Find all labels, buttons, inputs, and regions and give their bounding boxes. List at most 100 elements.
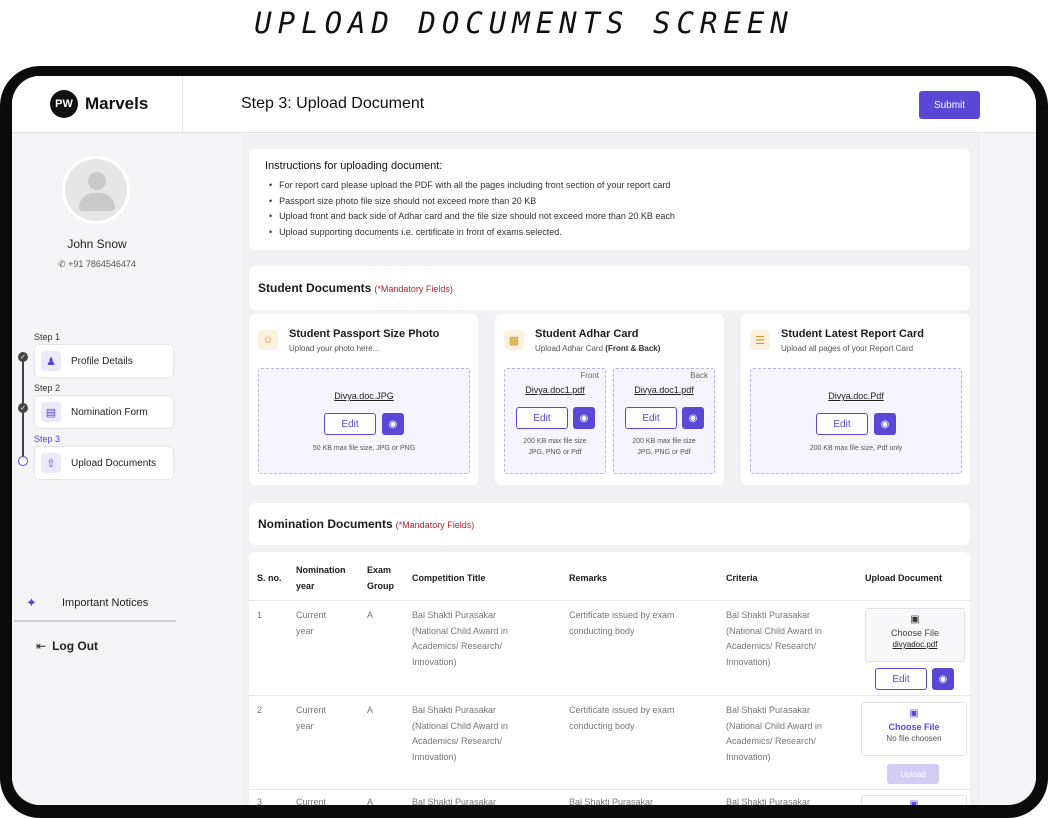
adhar-back-hint: 200 KB max file size JPG, PNG or Pdf: [614, 436, 714, 458]
photo-file-name[interactable]: Divya.doc.JPG: [259, 391, 469, 401]
photo-icon: ☺: [258, 330, 278, 350]
step-2-check-icon: ✓: [18, 403, 28, 413]
cell-line: Innovation): [726, 751, 771, 762]
adhar-card-card: ▩ Student Adhar Card Upload Adhar Card (…: [495, 314, 724, 485]
instruction-item: Upload front and back side of Adhar card…: [269, 211, 675, 227]
cell-line: Academics/ Research/: [412, 736, 503, 746]
main-content: Instructions for uploading document: For…: [182, 134, 1036, 805]
brand-logo[interactable]: PW Marvels: [12, 76, 182, 133]
choose-file-label: Choose File: [890, 628, 940, 638]
adhar-front-view-button[interactable]: ◉: [573, 407, 595, 429]
report-card-card: ☰ Student Latest Report Card Upload all …: [741, 314, 970, 485]
hint-line: 200 KB max file size: [523, 438, 587, 445]
back-label: Back: [690, 371, 708, 380]
report-file-name[interactable]: Divya.doc.Pdf: [751, 391, 961, 401]
passport-photo-title: Student Passport Size Photo: [289, 328, 440, 340]
adhar-back-file-name[interactable]: Divya.doc1.pdf: [614, 385, 714, 395]
row-edit-button[interactable]: Edit: [875, 668, 927, 690]
cell-year: Current year: [296, 703, 326, 734]
photo-dropzone[interactable]: Divya.doc.JPG Edit ◉ 50 KB max file size…: [258, 368, 470, 474]
col-header-year: Nomination year: [296, 562, 346, 594]
header-line: Nomination: [296, 565, 346, 575]
adhar-front-file-name[interactable]: Divya.doc1.pdf: [505, 385, 605, 395]
adhar-sub-bold: (Front & Back): [605, 344, 661, 353]
nomination-documents-header: Nomination Documents (*Mandatory Fields): [249, 503, 970, 545]
mandatory-note: (*Mandatory Fields): [374, 284, 453, 294]
important-notices-link[interactable]: ✦ Important Notices: [26, 595, 148, 611]
header-line: Exam: [367, 565, 392, 575]
sidebar-item-upload-documents[interactable]: ⇧ Upload Documents: [34, 446, 174, 480]
cell-line: Academics/ Research/: [726, 736, 817, 746]
hint-line: 200 KB max file size: [632, 438, 696, 445]
logout-button[interactable]: ⇤ Log Out: [36, 639, 98, 653]
report-edit-button[interactable]: Edit: [816, 413, 868, 435]
eye-icon: ◉: [579, 412, 589, 424]
step-1-label: Step 1: [34, 332, 61, 342]
adhar-sub-text: Upload Adhar Card: [535, 344, 604, 353]
cell-line: year: [296, 720, 314, 731]
report-card-dropzone[interactable]: Divya.doc.Pdf Edit ◉ 200 KB max file siz…: [750, 368, 962, 474]
page-title: Step 3: Upload Document: [241, 95, 425, 112]
choose-file-box[interactable]: ▣ Choose File No file choosen: [861, 702, 967, 756]
sidebar-item-profile-details[interactable]: ♟ Profile Details: [34, 344, 174, 378]
eye-icon: ◉: [388, 418, 398, 430]
cell-line: Certificate issued by exam: [569, 705, 675, 715]
device-frame: PW Marvels John Snow ✆ +91 7864546474 St…: [0, 66, 1048, 818]
adhar-back-edit-button[interactable]: Edit: [625, 407, 677, 429]
id-card-icon: ▩: [504, 330, 524, 350]
step-3-label: Step 3: [34, 434, 61, 444]
instructions-title: Instructions for uploading document:: [265, 160, 443, 172]
photo-edit-button[interactable]: Edit: [324, 413, 376, 435]
row-view-button[interactable]: ◉: [932, 668, 954, 690]
cell-line: Bal Shakti Purasakar: [412, 705, 497, 715]
user-phone: ✆ +91 7864546474: [12, 259, 182, 270]
eye-icon: ◉: [880, 418, 890, 430]
choose-file-label: Choose File: [888, 722, 940, 732]
cell-line: Current: [296, 705, 327, 715]
col-header-group: Exam Group: [367, 562, 394, 594]
passport-photo-card: ☺ Student Passport Size Photo Upload you…: [249, 314, 478, 485]
report-size-hint: 200 KB max file size, Pdf only: [809, 445, 903, 452]
upload-button[interactable]: Upload: [887, 764, 939, 784]
adhar-back-dropzone[interactable]: Back Divya.doc1.pdf Edit ◉ 200 KB max fi…: [613, 368, 715, 474]
section-title-text: Nomination Documents: [258, 517, 393, 531]
adhar-front-hint: 200 KB max file size JPG, PNG or Pdf: [505, 436, 605, 458]
front-label: Front: [580, 371, 599, 380]
important-notices-label: Important Notices: [62, 597, 149, 609]
sidebar-item-nomination-form[interactable]: ▤ Nomination Form: [34, 395, 174, 429]
col-header-criteria: Criteria: [726, 573, 758, 583]
pw-logo-icon: PW: [50, 90, 78, 118]
choose-file-box[interactable]: ▣: [861, 795, 967, 805]
submit-button[interactable]: Submit: [919, 91, 980, 119]
mandatory-note: (*Mandatory Fields): [395, 520, 475, 530]
app-screen: PW Marvels John Snow ✆ +91 7864546474 St…: [12, 76, 1036, 805]
hint-line: JPG, PNG or Pdf: [528, 449, 582, 456]
adhar-front-edit-button[interactable]: Edit: [516, 407, 568, 429]
no-file-text: No file choosen: [886, 734, 942, 743]
col-header-upload: Upload Document: [865, 573, 943, 583]
photo-view-button[interactable]: ◉: [382, 413, 404, 435]
cell-sno: 1: [257, 610, 263, 620]
report-view-button[interactable]: ◉: [874, 413, 896, 435]
uploaded-file-name[interactable]: divyadoc.pdf: [866, 640, 964, 649]
instructions-list: For report card please upload the PDF wi…: [269, 180, 675, 242]
cell-line: year: [296, 625, 314, 636]
header-line: Group: [367, 581, 394, 591]
adhar-card-subtitle: Upload Adhar Card (Front & Back): [535, 344, 660, 353]
cell-line: conducting body: [569, 625, 635, 636]
instructions-card: Instructions for uploading document: For…: [249, 149, 970, 250]
eye-icon: ◉: [938, 673, 948, 685]
cell-criteria: Bal Shakti Purasakar (National Child Awar…: [726, 608, 822, 670]
file-add-icon: ▣: [909, 799, 919, 805]
adhar-front-dropzone[interactable]: Front Divya.doc1.pdf Edit ◉ 200 KB max f…: [504, 368, 606, 474]
choose-file-box[interactable]: ▣ Choose File divyadoc.pdf: [865, 608, 965, 662]
passport-photo-subtitle: Upload your photo here...: [289, 344, 380, 353]
file-add-icon: ▣: [909, 708, 919, 719]
content-panel[interactable]: Instructions for uploading document: For…: [242, 134, 980, 805]
cell-group: A: [367, 705, 374, 715]
student-documents-header: Student Documents (*Mandatory Fields): [249, 266, 970, 310]
adhar-back-view-button[interactable]: ◉: [682, 407, 704, 429]
cell-line: Innovation): [412, 656, 457, 667]
section-title-text: Student Documents: [258, 281, 372, 295]
upload-icon: ⇧: [41, 453, 61, 473]
